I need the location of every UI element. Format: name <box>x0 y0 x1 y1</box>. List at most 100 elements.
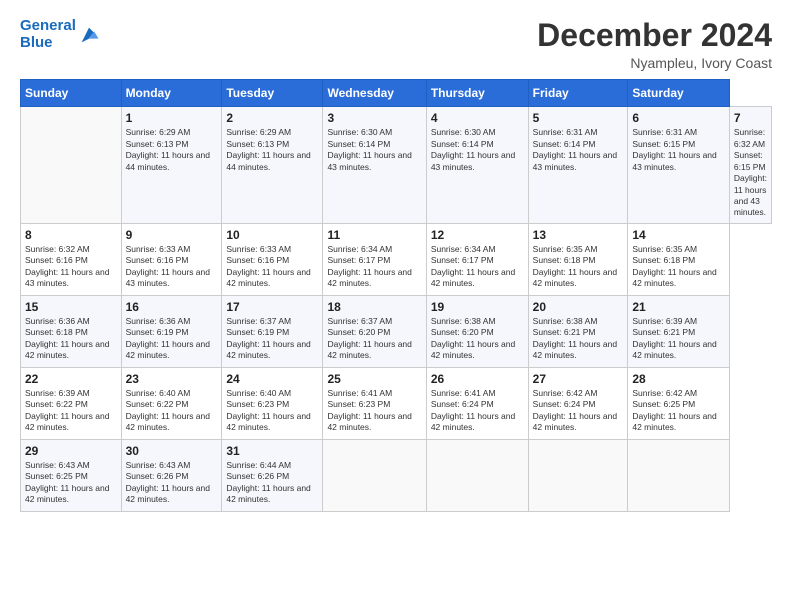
day-number: 16 <box>126 300 218 314</box>
calendar-cell <box>21 107 122 224</box>
day-info: Sunrise: 6:36 AMSunset: 6:18 PMDaylight:… <box>25 316 109 360</box>
day-number: 11 <box>327 228 421 242</box>
day-info: Sunrise: 6:43 AMSunset: 6:25 PMDaylight:… <box>25 460 109 504</box>
day-number: 29 <box>25 444 117 458</box>
day-number: 30 <box>126 444 218 458</box>
calendar-week-row: 1 Sunrise: 6:29 AMSunset: 6:13 PMDaylight… <box>21 107 772 224</box>
day-info: Sunrise: 6:35 AMSunset: 6:18 PMDaylight:… <box>533 244 617 288</box>
calendar-cell <box>323 439 426 511</box>
day-info: Sunrise: 6:42 AMSunset: 6:25 PMDaylight:… <box>632 388 716 432</box>
calendar-cell: 14 Sunrise: 6:35 AMSunset: 6:18 PMDayligh… <box>628 223 730 295</box>
subtitle: Nyampleu, Ivory Coast <box>537 55 772 71</box>
calendar-cell: 13Sunrise: 6:35 AMSunset: 6:18 PMDayligh… <box>528 223 628 295</box>
calendar-cell: 3Sunrise: 6:30 AMSunset: 6:14 PMDaylight… <box>323 107 426 224</box>
calendar-cell: 19 Sunrise: 6:38 AMSunset: 6:20 PMDayligh… <box>426 295 528 367</box>
day-number: 22 <box>25 372 117 386</box>
calendar-day-header: Saturday <box>628 80 730 107</box>
title-block: December 2024 Nyampleu, Ivory Coast <box>537 18 772 71</box>
page: GeneralBlue December 2024 Nyampleu, Ivor… <box>0 0 792 612</box>
day-number: 19 <box>431 300 524 314</box>
day-number: 25 <box>327 372 421 386</box>
calendar-cell <box>426 439 528 511</box>
calendar-cell: 22 Sunrise: 6:39 AMSunset: 6:22 PMDayligh… <box>21 367 122 439</box>
day-number: 28 <box>632 372 725 386</box>
day-number: 24 <box>226 372 318 386</box>
calendar-cell: 24 Sunrise: 6:40 AMSunset: 6:23 PMDayligh… <box>222 367 323 439</box>
calendar-week-row: 15 Sunrise: 6:36 AMSunset: 6:18 PMDayligh… <box>21 295 772 367</box>
calendar-cell <box>628 439 730 511</box>
calendar-week-row: 29 Sunrise: 6:43 AMSunset: 6:25 PMDayligh… <box>21 439 772 511</box>
day-number: 3 <box>327 111 421 125</box>
day-info: Sunrise: 6:40 AMSunset: 6:22 PMDaylight:… <box>126 388 210 432</box>
day-info: Sunrise: 6:34 AMSunset: 6:17 PMDaylight:… <box>431 244 515 288</box>
calendar-cell: 15 Sunrise: 6:36 AMSunset: 6:18 PMDayligh… <box>21 295 122 367</box>
day-info: Sunrise: 6:29 AMSunset: 6:13 PMDaylight:… <box>126 127 210 171</box>
calendar-cell: 10 Sunrise: 6:33 AMSunset: 6:16 PMDayligh… <box>222 223 323 295</box>
day-number: 26 <box>431 372 524 386</box>
day-info: Sunrise: 6:33 AMSunset: 6:16 PMDaylight:… <box>226 244 310 288</box>
calendar-cell: 17Sunrise: 6:37 AMSunset: 6:19 PMDayligh… <box>222 295 323 367</box>
day-info: Sunrise: 6:32 AMSunset: 6:15 PMDaylight:… <box>734 127 767 217</box>
calendar-cell: 28 Sunrise: 6:42 AMSunset: 6:25 PMDayligh… <box>628 367 730 439</box>
calendar-week-row: 22 Sunrise: 6:39 AMSunset: 6:22 PMDayligh… <box>21 367 772 439</box>
day-info: Sunrise: 6:32 AMSunset: 6:16 PMDaylight:… <box>25 244 109 288</box>
day-number: 23 <box>126 372 218 386</box>
day-info: Sunrise: 6:44 AMSunset: 6:26 PMDaylight:… <box>226 460 310 504</box>
day-number: 10 <box>226 228 318 242</box>
day-number: 8 <box>25 228 117 242</box>
day-info: Sunrise: 6:31 AMSunset: 6:14 PMDaylight:… <box>533 127 617 171</box>
calendar-cell: 2 Sunrise: 6:29 AMSunset: 6:13 PMDaylight… <box>222 107 323 224</box>
calendar-day-header: Tuesday <box>222 80 323 107</box>
day-number: 21 <box>632 300 725 314</box>
calendar-cell: 29 Sunrise: 6:43 AMSunset: 6:25 PMDayligh… <box>21 439 122 511</box>
calendar-day-header: Friday <box>528 80 628 107</box>
header: GeneralBlue December 2024 Nyampleu, Ivor… <box>20 18 772 71</box>
day-number: 1 <box>126 111 218 125</box>
day-number: 17 <box>226 300 318 314</box>
calendar-cell: 31 Sunrise: 6:44 AMSunset: 6:26 PMDayligh… <box>222 439 323 511</box>
day-info: Sunrise: 6:43 AMSunset: 6:26 PMDaylight:… <box>126 460 210 504</box>
main-title: December 2024 <box>537 18 772 53</box>
calendar-day-header: Monday <box>121 80 222 107</box>
calendar-cell: 16 Sunrise: 6:36 AMSunset: 6:19 PMDayligh… <box>121 295 222 367</box>
logo-icon <box>78 24 100 46</box>
calendar-cell: 23 Sunrise: 6:40 AMSunset: 6:22 PMDayligh… <box>121 367 222 439</box>
calendar-cell: 25Sunrise: 6:41 AMSunset: 6:23 PMDayligh… <box>323 367 426 439</box>
logo: GeneralBlue <box>20 18 100 51</box>
calendar-header-row: SundayMondayTuesdayWednesdayThursdayFrid… <box>21 80 772 107</box>
calendar-cell: 7Sunrise: 6:32 AMSunset: 6:15 PMDaylight… <box>729 107 771 224</box>
calendar-cell: 20Sunrise: 6:38 AMSunset: 6:21 PMDayligh… <box>528 295 628 367</box>
calendar-cell: 21Sunrise: 6:39 AMSunset: 6:21 PMDayligh… <box>628 295 730 367</box>
day-info: Sunrise: 6:39 AMSunset: 6:22 PMDaylight:… <box>25 388 109 432</box>
day-number: 31 <box>226 444 318 458</box>
day-info: Sunrise: 6:30 AMSunset: 6:14 PMDaylight:… <box>431 127 515 171</box>
day-number: 15 <box>25 300 117 314</box>
day-number: 18 <box>327 300 421 314</box>
day-number: 27 <box>533 372 624 386</box>
calendar-cell: 18Sunrise: 6:37 AMSunset: 6:20 PMDayligh… <box>323 295 426 367</box>
day-info: Sunrise: 6:36 AMSunset: 6:19 PMDaylight:… <box>126 316 210 360</box>
day-number: 14 <box>632 228 725 242</box>
day-info: Sunrise: 6:29 AMSunset: 6:13 PMDaylight:… <box>226 127 310 171</box>
calendar-cell: 11 Sunrise: 6:34 AMSunset: 6:17 PMDayligh… <box>323 223 426 295</box>
calendar-cell <box>528 439 628 511</box>
calendar-cell: 6Sunrise: 6:31 AMSunset: 6:15 PMDaylight… <box>628 107 730 224</box>
day-number: 4 <box>431 111 524 125</box>
day-info: Sunrise: 6:35 AMSunset: 6:18 PMDaylight:… <box>632 244 716 288</box>
day-info: Sunrise: 6:40 AMSunset: 6:23 PMDaylight:… <box>226 388 310 432</box>
day-info: Sunrise: 6:33 AMSunset: 6:16 PMDaylight:… <box>126 244 210 288</box>
calendar-cell: 1 Sunrise: 6:29 AMSunset: 6:13 PMDaylight… <box>121 107 222 224</box>
day-number: 12 <box>431 228 524 242</box>
calendar-day-header: Sunday <box>21 80 122 107</box>
calendar-day-header: Thursday <box>426 80 528 107</box>
day-number: 9 <box>126 228 218 242</box>
day-info: Sunrise: 6:42 AMSunset: 6:24 PMDaylight:… <box>533 388 617 432</box>
calendar-cell: 4 Sunrise: 6:30 AMSunset: 6:14 PMDaylight… <box>426 107 528 224</box>
day-info: Sunrise: 6:34 AMSunset: 6:17 PMDaylight:… <box>327 244 411 288</box>
day-number: 20 <box>533 300 624 314</box>
calendar-week-row: 8 Sunrise: 6:32 AMSunset: 6:16 PMDaylight… <box>21 223 772 295</box>
day-number: 2 <box>226 111 318 125</box>
calendar-day-header: Wednesday <box>323 80 426 107</box>
day-info: Sunrise: 6:38 AMSunset: 6:20 PMDaylight:… <box>431 316 515 360</box>
calendar-cell: 27 Sunrise: 6:42 AMSunset: 6:24 PMDayligh… <box>528 367 628 439</box>
